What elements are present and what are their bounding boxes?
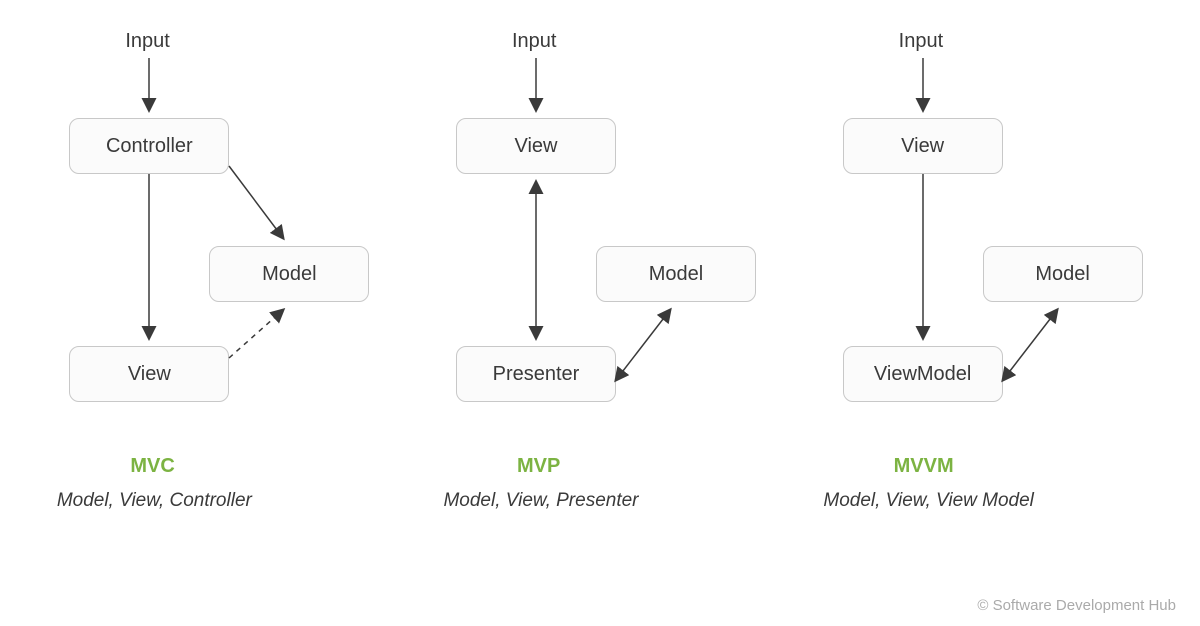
view-label: View	[128, 363, 171, 386]
model-label: Model	[649, 263, 703, 286]
diagram-columns: Input Controller Model View MVC Model, V…	[0, 0, 1200, 570]
input-label: Input	[512, 30, 556, 53]
viewmodel-box: ViewModel	[843, 346, 1003, 402]
view-label: View	[514, 135, 557, 158]
mvc-subtitle: Model, View, Controller	[49, 490, 259, 512]
mvp-column: Input View Model Presenter MVP Model, Vi…	[410, 30, 790, 570]
view-label: View	[901, 135, 944, 158]
model-box: Model	[983, 246, 1143, 302]
mvc-column: Input Controller Model View MVC Model, V…	[23, 30, 403, 570]
mvp-title: MVP	[517, 455, 560, 478]
view-box: View	[69, 346, 229, 402]
viewmodel-label: ViewModel	[874, 363, 971, 386]
model-box: Model	[596, 246, 756, 302]
copyright-text: © Software Development Hub	[977, 597, 1176, 614]
mvvm-title: MVVM	[894, 455, 954, 478]
presenter-label: Presenter	[493, 363, 580, 386]
view-box: View	[456, 118, 616, 174]
mvc-title: MVC	[130, 455, 174, 478]
view-box: View	[843, 118, 1003, 174]
controller-box: Controller	[69, 118, 229, 174]
presenter-box: Presenter	[456, 346, 616, 402]
model-box: Model	[209, 246, 369, 302]
mvp-subtitle: Model, View, Presenter	[436, 490, 646, 512]
model-label: Model	[262, 263, 316, 286]
model-label: Model	[1035, 263, 1089, 286]
input-label: Input	[899, 30, 943, 53]
input-label: Input	[125, 30, 169, 53]
mvvm-column: Input View Model ViewModel MVVM Model, V…	[797, 30, 1177, 570]
mvvm-subtitle: Model, View, View Model	[809, 490, 1049, 512]
controller-label: Controller	[106, 135, 193, 158]
